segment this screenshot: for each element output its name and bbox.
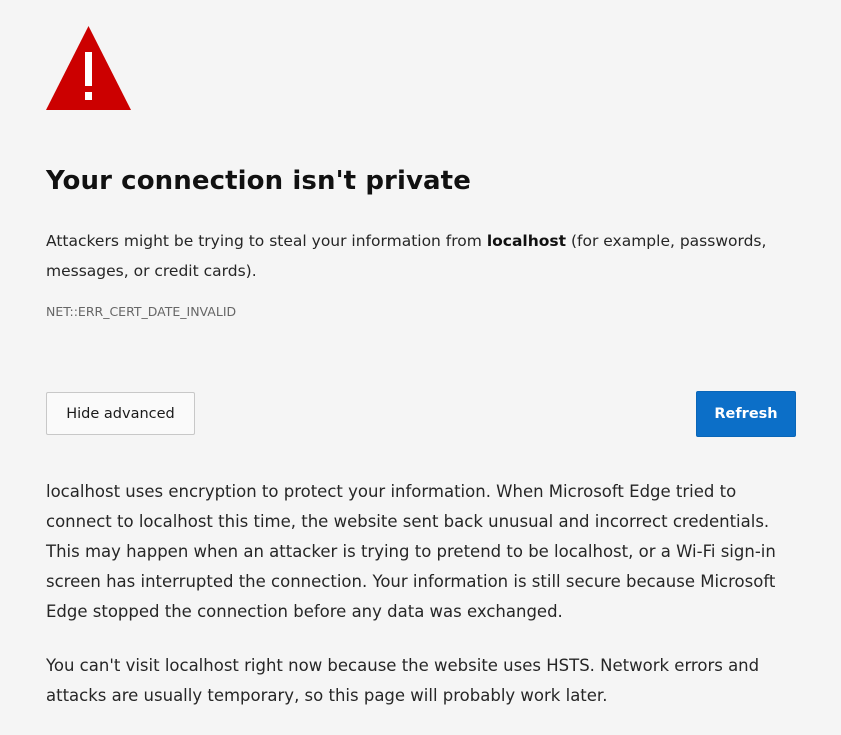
host-name: localhost [486, 232, 567, 250]
warning-triangle-icon [46, 26, 131, 110]
hide-advanced-button[interactable]: Hide advanced [46, 392, 195, 435]
hsts-note-text: You can't visit localhost right now beca… [46, 656, 760, 705]
refresh-button[interactable]: Refresh [696, 391, 796, 437]
summary-text: Attackers might be trying to steal your … [46, 226, 776, 286]
advanced-details-text: localhost uses encryption to protect you… [46, 482, 776, 621]
error-code: NET::ERR_CERT_DATE_INVALID [46, 304, 237, 319]
page-title: Your connection isn't private [46, 166, 471, 196]
summary-text-before: Attackers might be trying to steal your … [46, 232, 487, 250]
error-page: Your connection isn't private Attackers … [0, 0, 841, 735]
